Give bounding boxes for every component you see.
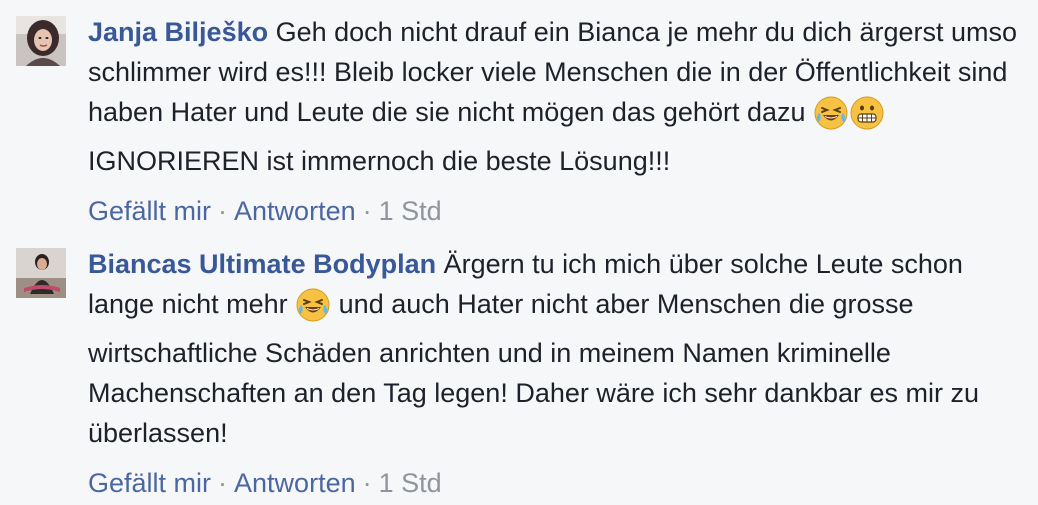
comment-actions: Gefällt mir · Antworten · 1 Std bbox=[88, 463, 1028, 503]
comment-text-continued: IGNORIEREN ist immernoch die beste Lösun… bbox=[88, 146, 671, 176]
laughing-tears-emoji-icon bbox=[814, 96, 848, 141]
comment-body: Biancas Ultimate Bodyplan Ärgern tu ich … bbox=[88, 244, 1028, 503]
separator-dot: · bbox=[362, 196, 372, 226]
comment-timestamp[interactable]: 1 Std bbox=[379, 468, 442, 498]
reply-link[interactable]: Antworten bbox=[234, 196, 356, 226]
comment-author-link[interactable]: Biancas Ultimate Bodyplan bbox=[88, 249, 436, 279]
separator-dot: · bbox=[218, 468, 228, 498]
separator-dot: · bbox=[362, 468, 372, 498]
like-link[interactable]: Gefällt mir bbox=[88, 196, 211, 226]
comment-timestamp[interactable]: 1 Std bbox=[379, 196, 442, 226]
grimacing-emoji-icon bbox=[850, 96, 884, 141]
comment-body: Janja Bilješko Geh doch nicht drauf ein … bbox=[88, 12, 1028, 231]
avatar[interactable] bbox=[16, 248, 66, 298]
avatar[interactable] bbox=[16, 16, 66, 66]
reply-link[interactable]: Antworten bbox=[234, 468, 356, 498]
laughing-tears-emoji-icon bbox=[296, 288, 330, 333]
like-link[interactable]: Gefällt mir bbox=[88, 468, 211, 498]
comment-author-link[interactable]: Janja Bilješko bbox=[88, 17, 268, 47]
separator-dot: · bbox=[218, 196, 228, 226]
comment-actions: Gefällt mir · Antworten · 1 Std bbox=[88, 191, 1028, 231]
